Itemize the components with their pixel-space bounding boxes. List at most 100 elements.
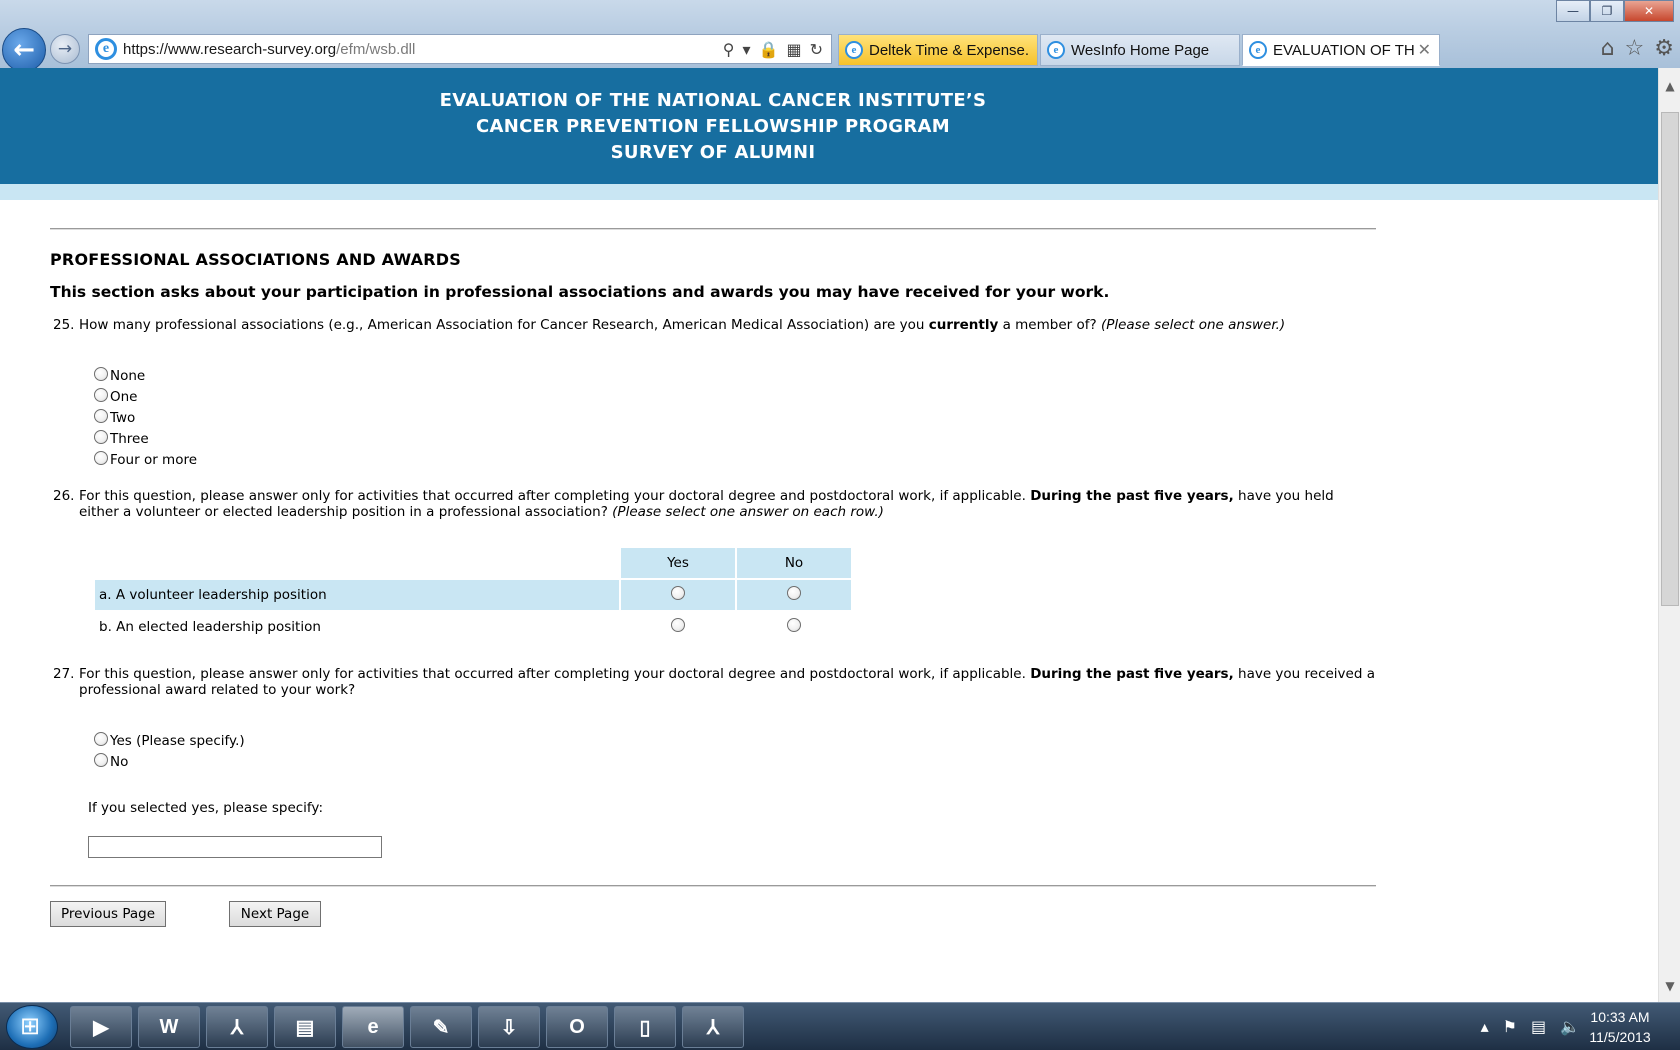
- acrobat-pro-icon[interactable]: ⅄: [206, 1006, 268, 1048]
- radio-button[interactable]: [94, 367, 108, 381]
- page-viewport: EVALUATION OF THE NATIONAL CANCER INSTIT…: [0, 68, 1658, 1002]
- adobe-reader-icon[interactable]: ⅄: [682, 1006, 744, 1048]
- tab-label: Deltek Time & Expense...: [869, 41, 1029, 59]
- q25-option-two[interactable]: Two: [94, 405, 1376, 426]
- back-button[interactable]: ←: [2, 28, 46, 72]
- option-label: Two: [110, 410, 136, 426]
- question-instruction: (Please select one answer on each row.): [612, 504, 884, 520]
- question-text-part: For this question, please answer only fo…: [79, 666, 1031, 682]
- vertical-scrollbar[interactable]: ▲ ▼: [1658, 68, 1680, 1002]
- grid-cell-yes[interactable]: [621, 612, 735, 642]
- blank-document-icon[interactable]: ▯: [614, 1006, 676, 1048]
- tab-deltek[interactable]: e Deltek Time & Expense...: [838, 34, 1038, 66]
- question-instruction: (Please select one answer.): [1100, 317, 1286, 333]
- grid-column-no: No: [737, 548, 851, 578]
- home-icon[interactable]: ⌂: [1601, 36, 1615, 61]
- q25-option-three[interactable]: Three: [94, 426, 1376, 447]
- taskbar-apps: ▶ W ⅄ ▤ e ✎ ⇩ O ▯ ⅄: [70, 1006, 744, 1048]
- notepad-icon[interactable]: ✎: [410, 1006, 472, 1048]
- gear-icon[interactable]: ⚙: [1654, 36, 1674, 61]
- media-player-icon[interactable]: ▶: [70, 1006, 132, 1048]
- lync-icon[interactable]: ⇩: [478, 1006, 540, 1048]
- q27-option-no[interactable]: No: [94, 749, 1376, 770]
- clock-time: 10:33 AM: [1590, 1009, 1650, 1025]
- tray-expand-icon[interactable]: ▴: [1481, 1017, 1489, 1036]
- system-clock[interactable]: 10:33 AM 11/5/2013: [1580, 1007, 1660, 1047]
- radio-button[interactable]: [94, 753, 108, 767]
- tab-label: EVALUATION OF TH...: [1273, 41, 1414, 59]
- next-page-button[interactable]: Next Page: [229, 901, 321, 927]
- radio-button[interactable]: [94, 409, 108, 423]
- network-icon[interactable]: ▤: [1531, 1017, 1546, 1036]
- internet-explorer-icon[interactable]: e: [342, 1006, 404, 1048]
- url-path: /efm/wsb.dll: [336, 40, 416, 58]
- previous-page-button[interactable]: Previous Page: [50, 901, 166, 927]
- option-label: Three: [110, 431, 149, 447]
- close-tab-icon[interactable]: ✕: [1418, 40, 1431, 60]
- page-navigation: Previous Page Next Page: [50, 901, 1376, 927]
- file-explorer-icon[interactable]: ▤: [274, 1006, 336, 1048]
- radio-button[interactable]: [671, 618, 685, 632]
- restore-button[interactable]: ❐: [1590, 0, 1624, 22]
- radio-button[interactable]: [94, 430, 108, 444]
- start-button[interactable]: [6, 1005, 58, 1049]
- url-text[interactable]: https://www.research-survey.org/efm/wsb.…: [123, 41, 723, 58]
- minimize-button[interactable]: —: [1556, 0, 1590, 22]
- favorites-star-icon[interactable]: ☆: [1625, 36, 1645, 61]
- radio-button[interactable]: [787, 586, 801, 600]
- tab-wesinfo[interactable]: e WesInfo Home Page: [1040, 34, 1240, 66]
- question-text-part: For this question, please answer only fo…: [79, 488, 1031, 504]
- search-icon[interactable]: ⚲: [723, 40, 735, 59]
- ie-page-icon: e: [95, 38, 117, 60]
- q25-option-one[interactable]: One: [94, 384, 1376, 405]
- scrollbar-thumb[interactable]: [1661, 112, 1679, 606]
- grid-row-label: a. A volunteer leadership position: [95, 580, 619, 610]
- radio-button[interactable]: [94, 451, 108, 465]
- grid-cell-no[interactable]: [737, 580, 851, 610]
- banner-line-3: SURVEY OF ALUMNI: [610, 142, 816, 163]
- survey-content: PROFESSIONAL ASSOCIATIONS AND AWARDS Thi…: [50, 228, 1376, 927]
- grid-column-yes: Yes: [621, 548, 735, 578]
- action-center-flag-icon[interactable]: ⚑: [1503, 1017, 1517, 1036]
- question-text: How many professional associations (e.g.…: [79, 317, 1285, 333]
- bottom-divider: [50, 885, 1376, 887]
- compatibility-view-icon[interactable]: ▦: [786, 40, 801, 59]
- q25-option-none[interactable]: None: [94, 363, 1376, 384]
- q27-options: Yes (Please specify.) No: [50, 728, 1376, 770]
- ie-tab-icon: e: [845, 41, 863, 59]
- tab-evaluation-active[interactable]: e EVALUATION OF TH... ✕: [1242, 34, 1440, 66]
- banner-line-2: CANCER PREVENTION FELLOWSHIP PROGRAM: [476, 116, 950, 137]
- option-label: None: [110, 368, 146, 384]
- q27-option-yes[interactable]: Yes (Please specify.): [94, 728, 1376, 749]
- dropdown-arrow-icon[interactable]: ▾: [743, 40, 751, 59]
- close-window-button[interactable]: ✕: [1624, 0, 1674, 22]
- specify-input[interactable]: [88, 836, 382, 858]
- section-title: PROFESSIONAL ASSOCIATIONS AND AWARDS: [50, 250, 461, 269]
- refresh-icon[interactable]: ↻: [810, 40, 823, 59]
- question-text-emphasis: currently: [928, 317, 999, 333]
- scroll-down-arrow-icon[interactable]: ▼: [1659, 976, 1680, 996]
- volume-icon[interactable]: 🔈: [1560, 1017, 1580, 1036]
- word-icon[interactable]: W: [138, 1006, 200, 1048]
- grid-corner: [95, 548, 619, 578]
- radio-button[interactable]: [94, 732, 108, 746]
- section-intro: This section asks about your participati…: [50, 283, 1110, 301]
- question-text: For this question, please answer only fo…: [79, 488, 1334, 520]
- lock-icon[interactable]: 🔒: [759, 40, 779, 59]
- grid-header-row: Yes No: [95, 548, 851, 578]
- radio-button[interactable]: [787, 618, 801, 632]
- radio-button[interactable]: [671, 586, 685, 600]
- outlook-icon[interactable]: O: [546, 1006, 608, 1048]
- windows-taskbar: ▶ W ⅄ ▤ e ✎ ⇩ O ▯ ⅄ ▴ ⚑ ▤ 🔈 10:33 AM 11/…: [0, 1002, 1680, 1050]
- question-number: 26.: [53, 488, 75, 504]
- radio-button[interactable]: [94, 388, 108, 402]
- question-25: 25. How many professional associations (…: [50, 317, 1376, 333]
- forward-button[interactable]: →: [50, 34, 80, 64]
- grid-cell-no[interactable]: [737, 612, 851, 642]
- address-bar[interactable]: e https://www.research-survey.org/efm/ws…: [88, 34, 832, 64]
- scroll-up-arrow-icon[interactable]: ▲: [1659, 76, 1680, 96]
- ie-tab-icon: e: [1047, 41, 1065, 59]
- q25-option-four-or-more[interactable]: Four or more: [94, 447, 1376, 468]
- grid-cell-yes[interactable]: [621, 580, 735, 610]
- top-divider: [50, 228, 1376, 230]
